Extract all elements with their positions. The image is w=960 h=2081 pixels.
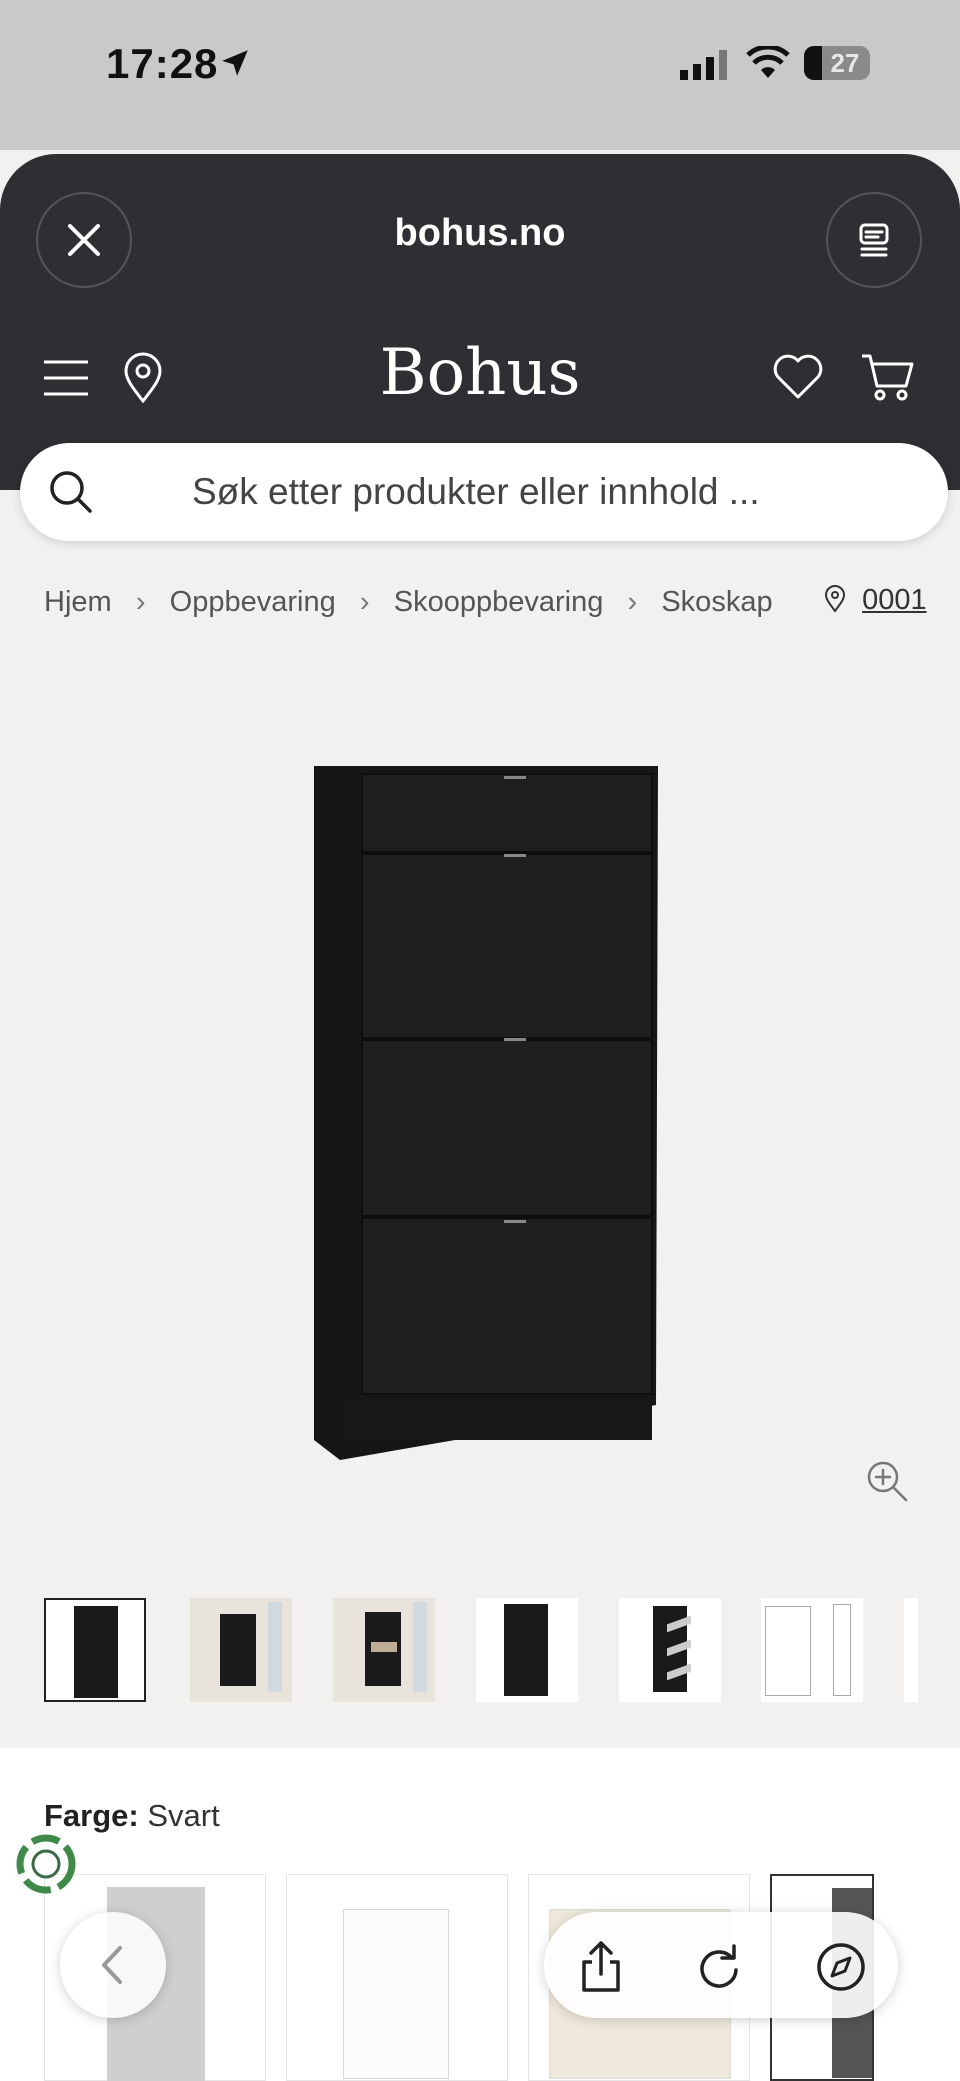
chevron-right-icon: › bbox=[359, 586, 370, 618]
reload-icon[interactable] bbox=[694, 1940, 744, 1994]
zoom-in-icon[interactable] bbox=[864, 1458, 910, 1504]
product-thumbnail[interactable] bbox=[904, 1598, 918, 1702]
store-selector[interactable]: 0001 bbox=[824, 584, 927, 617]
wishlist-icon[interactable] bbox=[772, 354, 824, 400]
battery-level: 27 bbox=[830, 48, 860, 78]
search-bar[interactable]: Søk etter produkter eller innhold ... bbox=[20, 443, 948, 541]
product-thumbnail[interactable] bbox=[333, 1598, 435, 1702]
product-image[interactable] bbox=[300, 760, 670, 1462]
search-input[interactable]: Søk etter produkter eller innhold ... bbox=[192, 471, 760, 513]
signal-icon bbox=[680, 50, 727, 80]
product-thumbnail[interactable] bbox=[476, 1598, 578, 1702]
product-thumbnail[interactable] bbox=[44, 1598, 146, 1702]
browser-toolbar bbox=[544, 1912, 898, 2018]
reader-icon bbox=[859, 223, 889, 257]
eco-badge-icon[interactable] bbox=[16, 1834, 76, 1894]
store-pin-icon bbox=[824, 585, 846, 613]
back-button[interactable] bbox=[60, 1912, 166, 2018]
product-thumbnail[interactable] bbox=[619, 1598, 721, 1702]
color-label: Farge: Svart bbox=[44, 1798, 220, 1833]
chevron-right-icon: › bbox=[135, 586, 146, 618]
breadcrumb-item[interactable]: Skooppbevaring bbox=[394, 586, 604, 618]
wifi-icon bbox=[746, 46, 790, 78]
breadcrumb: Hjem › Oppbevaring › Skooppbevaring › Skoskap bbox=[44, 586, 773, 619]
color-swatch[interactable] bbox=[286, 1874, 508, 2081]
location-arrow-icon bbox=[222, 50, 248, 76]
page-domain: bohus.no bbox=[394, 212, 566, 254]
browser-sheet bbox=[0, 154, 960, 490]
chevron-right-icon: › bbox=[627, 586, 638, 618]
product-thumbnail[interactable] bbox=[190, 1598, 292, 1702]
search-icon bbox=[50, 471, 92, 513]
status-time: 17:28 bbox=[106, 40, 219, 87]
store-number[interactable]: 0001 bbox=[862, 584, 927, 616]
chevron-left-icon bbox=[102, 1946, 122, 1984]
product-thumbnail[interactable] bbox=[761, 1598, 863, 1702]
breadcrumb-item[interactable]: Skoskap bbox=[661, 586, 772, 618]
share-icon[interactable] bbox=[576, 1940, 626, 1994]
cart-icon[interactable] bbox=[860, 352, 916, 402]
breadcrumb-item[interactable]: Hjem bbox=[44, 586, 112, 618]
breadcrumb-item[interactable]: Oppbevaring bbox=[170, 586, 336, 618]
color-value: Svart bbox=[147, 1798, 220, 1833]
compass-icon[interactable] bbox=[814, 1940, 868, 1994]
reader-mode-button[interactable] bbox=[826, 192, 922, 288]
battery-indicator: 27 bbox=[804, 46, 870, 80]
